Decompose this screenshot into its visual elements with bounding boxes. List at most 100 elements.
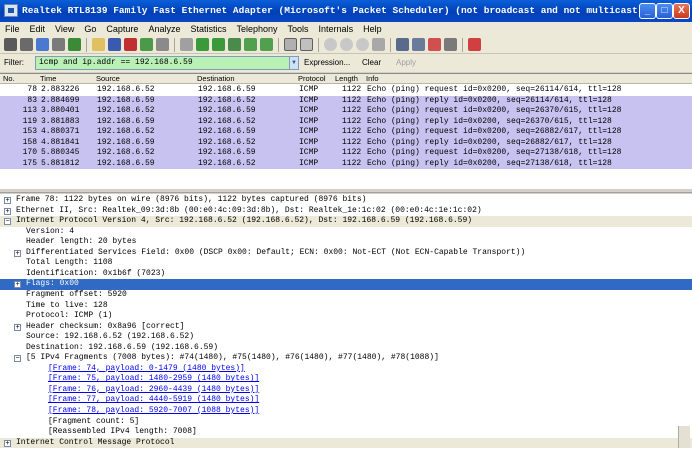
- column-header-destination[interactable]: Destination: [197, 74, 235, 84]
- resize-columns-icon[interactable]: [372, 38, 385, 51]
- close-button[interactable]: X: [673, 3, 690, 19]
- find-packet-icon[interactable]: [180, 38, 193, 51]
- packet-row[interactable]: 170 5.880345 192.168.6.52 192.168.6.59 ICMP 1…: [0, 148, 692, 159]
- detail-tree-item[interactable]: + Header checksum: 0x8a96 [correct]: [0, 322, 692, 333]
- detail-tree-item[interactable]: Header length: 20 bytes: [0, 237, 692, 248]
- detail-tree-item[interactable]: [Frame: 76, payload: 2960-4439 (1480 byt…: [0, 385, 692, 396]
- menu-view[interactable]: View: [50, 22, 79, 36]
- detail-tree-item[interactable]: Time to live: 128: [0, 301, 692, 312]
- menu-go[interactable]: Go: [79, 22, 101, 36]
- coloring-rules-icon[interactable]: [428, 38, 441, 51]
- capture-options-icon[interactable]: [20, 38, 33, 51]
- open-file-icon[interactable]: [92, 38, 105, 51]
- packet-row[interactable]: 83 2.884699 192.168.6.59 192.168.6.52 ICMP 11…: [0, 95, 692, 106]
- collapse-icon[interactable]: −: [14, 355, 21, 363]
- packet-row[interactable]: 113 3.880401 192.168.6.52 192.168.6.59 ICMP 1…: [0, 106, 692, 117]
- detail-tree-item[interactable]: Total Length: 1108: [0, 258, 692, 269]
- menu-edit[interactable]: Edit: [25, 22, 51, 36]
- expand-icon[interactable]: +: [14, 249, 21, 257]
- detail-tree-item[interactable]: [Frame: 75, payload: 1480-2959 (1480 byt…: [0, 374, 692, 385]
- print-icon[interactable]: [156, 38, 169, 51]
- detail-tree-item[interactable]: [Frame: 78, payload: 5920-7007 (1088 byt…: [0, 406, 692, 417]
- column-header-no[interactable]: No.: [3, 74, 15, 84]
- packet-list-pane[interactable]: No. Time Source Destination Protocol Len…: [0, 73, 692, 188]
- packet-row[interactable]: 158 4.881841 192.168.6.59 192.168.6.52 ICMP 1…: [0, 137, 692, 148]
- go-last-icon[interactable]: [260, 38, 273, 51]
- column-header-protocol[interactable]: Protocol: [298, 74, 326, 84]
- zoom-out-icon[interactable]: [340, 38, 353, 51]
- display-filter-input[interactable]: icmp and ip.addr == 192.168.6.59: [35, 56, 290, 70]
- expand-icon[interactable]: +: [4, 439, 11, 447]
- packet-row[interactable]: 119 3.881883 192.168.6.59 192.168.6.52 ICMP 1…: [0, 116, 692, 127]
- auto-scroll-icon[interactable]: [300, 38, 313, 51]
- go-back-icon[interactable]: [196, 38, 209, 51]
- column-header-info[interactable]: Info: [366, 74, 379, 84]
- expand-icon[interactable]: +: [14, 323, 21, 331]
- clear-button[interactable]: Clear: [362, 54, 381, 72]
- detail-tree-item[interactable]: [Frame: 74, payload: 0-1479 (1480 bytes)…: [0, 364, 692, 375]
- menu-file[interactable]: File: [0, 22, 25, 36]
- menu-statistics[interactable]: Statistics: [185, 22, 231, 36]
- menu-help[interactable]: Help: [358, 22, 387, 36]
- capture-filters-icon[interactable]: [396, 38, 409, 51]
- save-file-icon[interactable]: [108, 38, 121, 51]
- go-forward-icon[interactable]: [212, 38, 225, 51]
- expand-icon[interactable]: +: [4, 207, 11, 215]
- detail-tree-item[interactable]: + Flags: 0x00: [0, 279, 692, 290]
- zoom-in-icon[interactable]: [324, 38, 337, 51]
- packet-cell-proto: ICMP: [299, 137, 319, 147]
- packet-cell-dst: 192.168.6.52: [198, 158, 256, 168]
- detail-tree-item[interactable]: Protocol: ICMP (1): [0, 311, 692, 322]
- expression-button[interactable]: Expression...: [304, 54, 350, 72]
- detail-tree-item[interactable]: [Frame: 77, payload: 4440-5919 (1480 byt…: [0, 395, 692, 406]
- detail-tree-item[interactable]: Fragment offset: 5920: [0, 290, 692, 301]
- packet-row[interactable]: 153 4.880371 192.168.6.52 192.168.6.59 ICMP 1…: [0, 127, 692, 138]
- interfaces-icon[interactable]: [4, 38, 17, 51]
- zoom-normal-icon[interactable]: [356, 38, 369, 51]
- start-capture-icon[interactable]: [36, 38, 49, 51]
- preferences-icon[interactable]: [444, 38, 457, 51]
- packet-details-pane[interactable]: + Frame 78: 1122 bytes on wire (8976 bits…: [0, 194, 692, 451]
- detail-tree-label: [Reassembled IPv4 length: 7008]: [48, 427, 197, 437]
- minimize-button[interactable]: _: [639, 3, 656, 19]
- pane-splitter[interactable]: [0, 188, 692, 193]
- go-first-icon[interactable]: [244, 38, 257, 51]
- detail-tree-item[interactable]: [Reassembled IPv4 length: 7008]: [0, 427, 692, 438]
- close-file-icon[interactable]: [124, 38, 137, 51]
- column-header-length[interactable]: Length: [335, 74, 358, 84]
- restart-capture-icon[interactable]: [68, 38, 81, 51]
- packet-row[interactable]: 175 5.881812 192.168.6.59 192.168.6.52 ICMP 1…: [0, 158, 692, 169]
- packet-row[interactable]: 78 2.883226 192.168.6.52 192.168.6.59 ICMP 11…: [0, 85, 692, 96]
- column-header-source[interactable]: Source: [96, 74, 120, 84]
- resize-grip[interactable]: [678, 426, 690, 448]
- menu-telephony[interactable]: Telephony: [231, 22, 282, 36]
- apply-button[interactable]: Apply: [396, 54, 416, 72]
- detail-tree-item[interactable]: + Differentiated Services Field: 0x00 (DS…: [0, 248, 692, 259]
- menu-internals[interactable]: Internals: [314, 22, 359, 36]
- expand-icon[interactable]: +: [4, 197, 11, 204]
- detail-tree-item[interactable]: Version: 4: [0, 227, 692, 238]
- menu-tools[interactable]: Tools: [283, 22, 314, 36]
- column-header-time[interactable]: Time: [40, 74, 56, 84]
- stop-capture-icon[interactable]: [52, 38, 65, 51]
- detail-tree-item[interactable]: − [5 IPv4 Fragments (7008 bytes): #74(148…: [0, 353, 692, 364]
- colorize-icon[interactable]: [284, 38, 297, 51]
- detail-tree-item[interactable]: Source: 192.168.6.52 (192.168.6.52): [0, 332, 692, 343]
- go-to-packet-icon[interactable]: [228, 38, 241, 51]
- expand-icon[interactable]: +: [14, 281, 21, 289]
- filter-dropdown-icon[interactable]: ▼: [289, 56, 299, 70]
- help-icon[interactable]: [468, 38, 481, 51]
- detail-tree-item[interactable]: Destination: 192.168.6.59 (192.168.6.59): [0, 343, 692, 354]
- collapse-icon[interactable]: −: [4, 218, 11, 226]
- reload-icon[interactable]: [140, 38, 153, 51]
- menu-capture[interactable]: Capture: [101, 22, 143, 36]
- menu-analyze[interactable]: Analyze: [143, 22, 185, 36]
- maximize-button[interactable]: □: [656, 3, 673, 19]
- detail-tree-item[interactable]: + Internet Control Message Protocol: [0, 437, 692, 449]
- detail-tree-item[interactable]: Identification: 0x1b6f (7023): [0, 269, 692, 280]
- detail-tree-item[interactable]: + Ethernet II, Src: Realtek_09:3d:8b (00:…: [0, 206, 692, 217]
- detail-tree-item[interactable]: − Internet Protocol Version 4, Src: 192.1…: [0, 216, 692, 227]
- display-filters-icon[interactable]: [412, 38, 425, 51]
- detail-tree-item[interactable]: [Fragment count: 5]: [0, 417, 692, 428]
- detail-tree-item[interactable]: + Frame 78: 1122 bytes on wire (8976 bits…: [0, 195, 692, 206]
